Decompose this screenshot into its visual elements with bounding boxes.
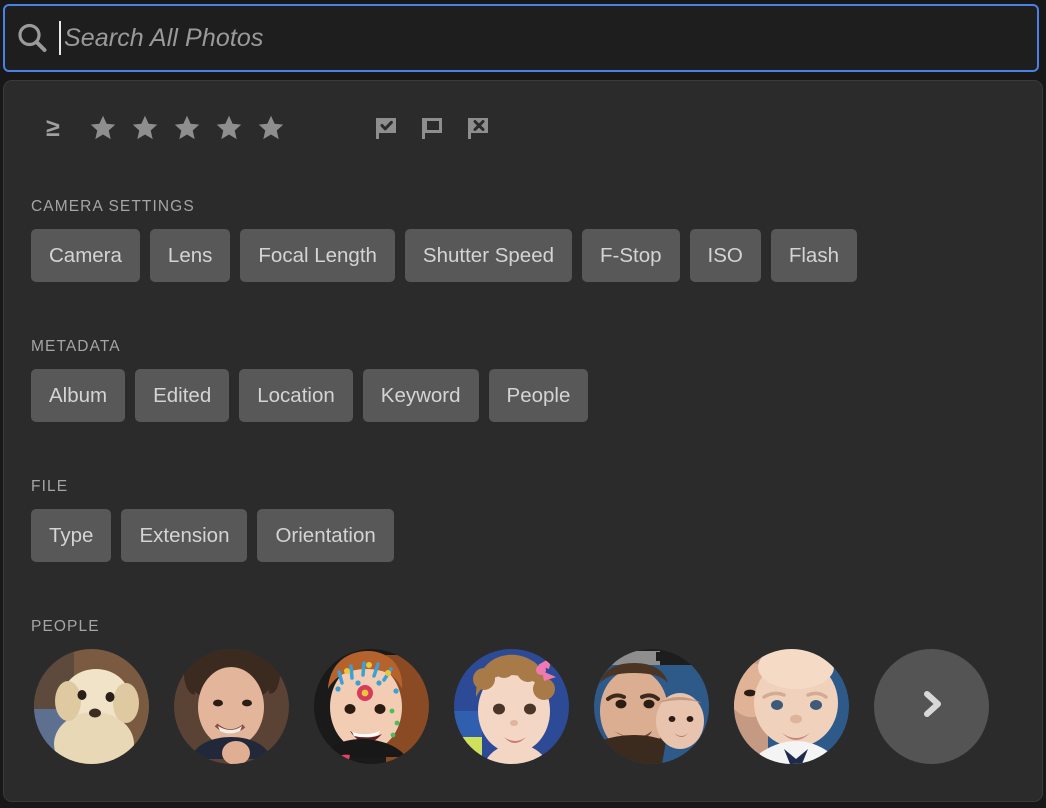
chip-type[interactable]: Type <box>31 509 112 562</box>
search-input[interactable]: Search All Photos <box>59 6 1037 70</box>
search-placeholder: Search All Photos <box>64 23 264 52</box>
chip-row-metadata: Album Edited Location Keyword People <box>31 369 1042 422</box>
star-icon-5[interactable] <box>250 114 292 142</box>
chip-edited[interactable]: Edited <box>135 369 230 422</box>
rating-filter-row: ≥ <box>4 103 1042 153</box>
chip-people[interactable]: People <box>488 369 589 422</box>
star-icon-4[interactable] <box>208 114 250 142</box>
chip-row-camera-settings: Camera Lens Focal Length Shutter Speed F… <box>31 229 1042 282</box>
flag-filter-group <box>364 113 502 143</box>
chip-orientation[interactable]: Orientation <box>257 509 394 562</box>
search-icon <box>5 21 59 55</box>
star-icon-3[interactable] <box>166 114 208 142</box>
chip-iso[interactable]: ISO <box>689 229 761 282</box>
star-rating-group <box>82 114 292 142</box>
chip-focal-length[interactable]: Focal Length <box>240 229 395 282</box>
chip-f-stop[interactable]: F-Stop <box>582 229 680 282</box>
avatar-man-and-baby[interactable] <box>594 649 709 764</box>
section-title-metadata: METADATA <box>31 338 121 355</box>
section-camera-settings: CAMERA SETTINGS Camera Lens Focal Length… <box>4 198 1042 282</box>
flag-rejected-icon[interactable] <box>456 113 502 143</box>
search-bar[interactable]: Search All Photos <box>3 4 1039 72</box>
chip-camera[interactable]: Camera <box>31 229 140 282</box>
section-file: FILE Type Extension Orientation <box>4 478 1042 562</box>
chip-shutter-speed[interactable]: Shutter Speed <box>404 229 572 282</box>
flag-picked-icon[interactable] <box>364 113 410 143</box>
rating-operator[interactable]: ≥ <box>40 115 66 141</box>
avatar-girl-facepaint[interactable] <box>314 649 429 764</box>
star-icon-1[interactable] <box>82 114 124 142</box>
chip-location[interactable]: Location <box>239 369 353 422</box>
chip-extension[interactable]: Extension <box>121 509 248 562</box>
section-metadata: METADATA Album Edited Location Keyword P… <box>4 338 1042 422</box>
text-caret <box>59 21 61 55</box>
star-icon-2[interactable] <box>124 114 166 142</box>
chip-keyword[interactable]: Keyword <box>362 369 479 422</box>
chip-flash[interactable]: Flash <box>770 229 857 282</box>
avatar-baby-boy[interactable] <box>734 649 849 764</box>
chip-album[interactable]: Album <box>31 369 126 422</box>
section-title-file: FILE <box>31 478 69 495</box>
section-title-people: PEOPLE <box>31 618 100 635</box>
people-next-button[interactable] <box>874 649 989 764</box>
people-avatar-row <box>34 649 1042 764</box>
chip-lens[interactable]: Lens <box>149 229 231 282</box>
section-title-camera-settings: CAMERA SETTINGS <box>31 198 195 215</box>
chip-row-file: Type Extension Orientation <box>31 509 1042 562</box>
avatar-woman[interactable] <box>174 649 289 764</box>
avatar-toddler-girl[interactable] <box>454 649 569 764</box>
avatar-dog[interactable] <box>34 649 149 764</box>
chevron-right-icon <box>912 684 952 729</box>
flag-unflagged-icon[interactable] <box>410 113 456 143</box>
filter-panel: ≥ CAMERA SETTINGS Camera Lens Focal Leng… <box>3 80 1043 802</box>
section-people: PEOPLE <box>4 618 1042 764</box>
